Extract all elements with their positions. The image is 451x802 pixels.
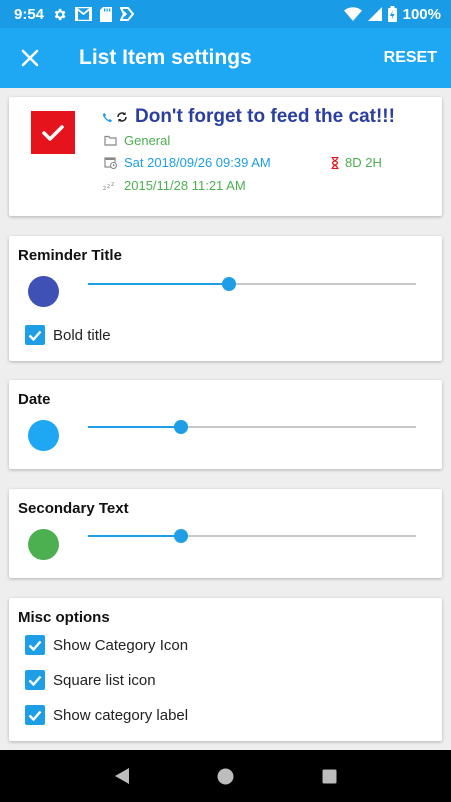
- preview-title: Don't forget to feed the cat!!!: [135, 106, 395, 127]
- slider-thumb[interactable]: [174, 420, 189, 434]
- wifi-icon: [343, 7, 362, 21]
- page-title: List Item settings: [79, 46, 252, 69]
- option-label: Square list icon: [53, 671, 156, 689]
- title-size-slider[interactable]: [88, 274, 416, 294]
- hourglass-icon: [331, 156, 339, 169]
- misc-options-heading: Misc options: [18, 609, 110, 626]
- preview-card: Don't forget to feed the cat!!! General …: [9, 97, 442, 216]
- checkbox[interactable]: [25, 635, 45, 655]
- recents-button[interactable]: [309, 756, 349, 796]
- snooze-icon: zzz: [102, 181, 118, 191]
- app-bar: List Item settings RESET: [0, 28, 451, 88]
- preview-title-row: Don't forget to feed the cat!!!: [102, 106, 395, 128]
- slider-fill: [88, 426, 182, 428]
- repeat-icon: [117, 112, 127, 122]
- gmail-icon: [75, 7, 93, 21]
- app-notification-icon: [120, 7, 135, 21]
- preview-countdown: 8D 2H: [331, 155, 382, 170]
- close-button[interactable]: [0, 28, 60, 88]
- date-size-slider[interactable]: [88, 417, 416, 437]
- phone-icon: [102, 112, 113, 122]
- title-color-picker[interactable]: [28, 276, 59, 307]
- checkbox[interactable]: [25, 705, 45, 725]
- misc-options-card: Misc options Show Category Icon Square l…: [9, 598, 442, 741]
- show-category-icon-checkbox[interactable]: Show Category Icon: [25, 635, 188, 655]
- svg-text:z: z: [107, 183, 110, 190]
- home-button[interactable]: [205, 756, 245, 796]
- svg-text:z: z: [111, 181, 114, 188]
- checkmark-icon: [42, 124, 64, 141]
- date-color-picker[interactable]: [28, 420, 59, 451]
- signal-icon: [367, 7, 382, 21]
- countdown-label: 8D 2H: [345, 155, 382, 170]
- battery-charging-icon: [387, 6, 397, 22]
- slider-fill: [88, 283, 230, 285]
- category-label: General: [124, 133, 171, 148]
- folder-icon: [102, 135, 118, 146]
- slider-fill: [88, 535, 182, 537]
- date-heading: Date: [18, 391, 51, 408]
- preview-category: General: [102, 133, 170, 148]
- status-time: 9:54: [14, 5, 45, 23]
- option-label: Show Category Icon: [53, 636, 189, 654]
- check-icon: [28, 710, 42, 721]
- sd-card-icon: [100, 6, 113, 22]
- show-category-label-checkbox[interactable]: Show category label: [25, 705, 188, 725]
- back-triangle-icon: [114, 768, 129, 784]
- home-circle-icon: [217, 768, 234, 784]
- secondary-size-slider[interactable]: [88, 526, 416, 546]
- date-card: Date: [9, 380, 442, 469]
- calendar-clock-icon: [102, 156, 118, 169]
- due-date-label: Sat 2018/09/26 09:39 AM: [124, 155, 271, 170]
- bold-title-label: Bold title: [53, 326, 111, 344]
- gear-icon: [52, 7, 67, 22]
- list-item-icon: [31, 111, 75, 154]
- check-icon: [28, 675, 42, 686]
- svg-text:z: z: [103, 185, 106, 191]
- system-nav-bar: [0, 750, 451, 802]
- square-list-icon-checkbox[interactable]: Square list icon: [25, 670, 156, 690]
- created-label: 2015/11/28 11:21 AM: [124, 178, 246, 193]
- secondary-text-card: Secondary Text: [9, 489, 442, 578]
- checkbox[interactable]: [25, 670, 45, 690]
- preview-created: zzz 2015/11/28 11:21 AM: [102, 178, 246, 193]
- slider-thumb[interactable]: [174, 529, 189, 543]
- secondary-color-picker[interactable]: [28, 529, 59, 560]
- bold-title-checkbox[interactable]: Bold title: [25, 325, 111, 345]
- reminder-title-card: Reminder Title Bold title: [9, 236, 442, 361]
- recents-square-icon: [322, 769, 337, 783]
- check-icon: [28, 640, 42, 651]
- reset-button[interactable]: RESET: [384, 49, 437, 67]
- secondary-text-heading: Secondary Text: [18, 500, 129, 517]
- status-bar: 9:54 100%: [0, 0, 451, 28]
- preview-due-date: Sat 2018/09/26 09:39 AM: [102, 155, 271, 170]
- check-icon: [28, 330, 42, 341]
- reminder-title-heading: Reminder Title: [18, 247, 122, 264]
- battery-percent: 100%: [402, 5, 441, 23]
- slider-thumb[interactable]: [222, 277, 237, 291]
- back-button[interactable]: [102, 756, 142, 796]
- checkbox[interactable]: [25, 325, 45, 345]
- option-label: Show category label: [53, 706, 189, 724]
- close-icon: [21, 49, 39, 67]
